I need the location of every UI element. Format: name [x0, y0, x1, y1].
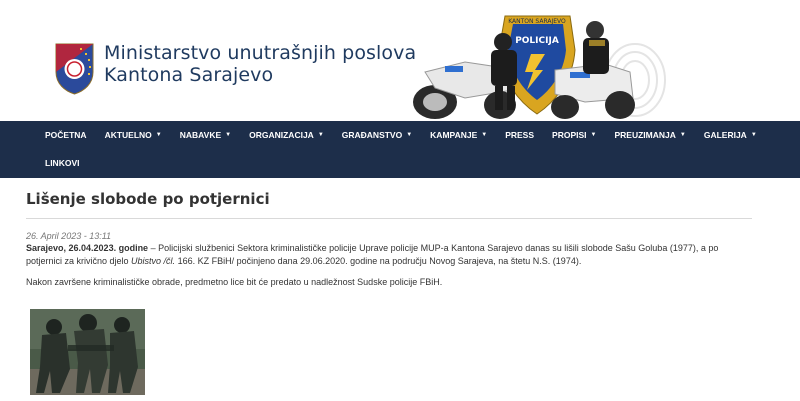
caret-down-icon: ▼	[481, 132, 488, 138]
nav-item-label: PROPISI	[552, 130, 587, 140]
nav-item-label: AKTUELNO	[104, 130, 152, 140]
nav-row-2: LINKOVI	[0, 149, 88, 177]
article-paragraph-1: Sarajevo, 26.04.2023. godine – Policijsk…	[26, 242, 752, 268]
caret-down-icon: ▼	[406, 132, 413, 138]
caret-down-icon: ▼	[679, 132, 686, 138]
caret-down-icon: ▼	[750, 132, 757, 138]
caret-down-icon: ▼	[155, 132, 162, 138]
nav-item-propisi[interactable]: PROPISI ▼	[543, 121, 605, 149]
site-title-line2: Kantona Sarajevo	[104, 64, 274, 86]
nav-item-label: ORGANIZACIJA	[249, 130, 314, 140]
page-title: Lišenje slobode po potjernici	[26, 190, 752, 219]
nav-item-linkovi[interactable]: LINKOVI	[0, 149, 88, 177]
police-motorcycles-banner: KANTON SARAJEVO POLICIJA	[413, 15, 666, 119]
main-navigation: POČETNA AKTUELNO ▼ NABAVKE ▼ ORGANIZACIJA ▼…	[0, 121, 800, 178]
article-lead-bold: Sarajevo, 26.04.2023. godine	[26, 243, 149, 253]
nav-item-press[interactable]: PRESS	[496, 121, 543, 149]
coat-of-arms-icon[interactable]	[54, 42, 95, 95]
caret-down-icon: ▼	[225, 132, 232, 138]
nav-item-label: PREUZIMANJA	[614, 130, 676, 140]
nav-item-label: LINKOVI	[45, 158, 80, 168]
nav-item-pocetna[interactable]: POČETNA	[0, 121, 96, 149]
nav-row-1: POČETNA AKTUELNO ▼ NABAVKE ▼ ORGANIZACIJA ▼…	[0, 121, 766, 149]
caret-down-icon: ▼	[317, 132, 324, 138]
site-title[interactable]: Ministarstvo unutrašnjih poslova Kantona…	[104, 42, 416, 86]
badge-text-top: KANTON SARAJEVO	[508, 18, 566, 25]
article-date: 26. April 2023 - 13:11	[26, 231, 112, 241]
nav-item-label: PRESS	[505, 130, 535, 140]
nav-item-nabavke[interactable]: NABAVKE ▼	[171, 121, 240, 149]
caret-down-icon: ▼	[590, 132, 597, 138]
site-title-line1: Ministarstvo unutrašnjih poslova	[104, 42, 417, 64]
nav-item-organizacija[interactable]: ORGANIZACIJA ▼	[240, 121, 333, 149]
nav-item-label: GALERIJA	[703, 130, 747, 140]
article-paragraph-2: Nakon završene kriminalističke obrade, p…	[26, 277, 443, 287]
nav-item-label: KAMPANJE	[430, 130, 478, 140]
nav-item-label: NABAVKE	[179, 130, 222, 140]
nav-item-kampanje[interactable]: KAMPANJE ▼	[421, 121, 496, 149]
article-lead-text-2: 166. KZ FBiH/ počinjeno dana 29.06.2020.…	[175, 256, 582, 266]
article-photo[interactable]	[30, 309, 145, 395]
nav-item-label: GRAĐANSTVO	[341, 130, 403, 140]
nav-item-preuzimanja[interactable]: PREUZIMANJA ▼	[605, 121, 694, 149]
nav-item-label: POČETNA	[45, 130, 87, 140]
badge-text-main: POLICIJA	[515, 36, 559, 46]
nav-item-gradanstvo[interactable]: GRAĐANSTVO ▼	[333, 121, 421, 149]
site-header: Ministarstvo unutrašnjih poslova Kantona…	[0, 0, 800, 121]
article-lead-italic: Ubistvo /čl.	[131, 256, 176, 266]
article: Lišenje slobode po potjernici 26. April …	[26, 178, 752, 395]
nav-item-galerija[interactable]: GALERIJA ▼	[695, 121, 766, 149]
nav-item-aktuelno[interactable]: AKTUELNO ▼	[96, 121, 171, 149]
